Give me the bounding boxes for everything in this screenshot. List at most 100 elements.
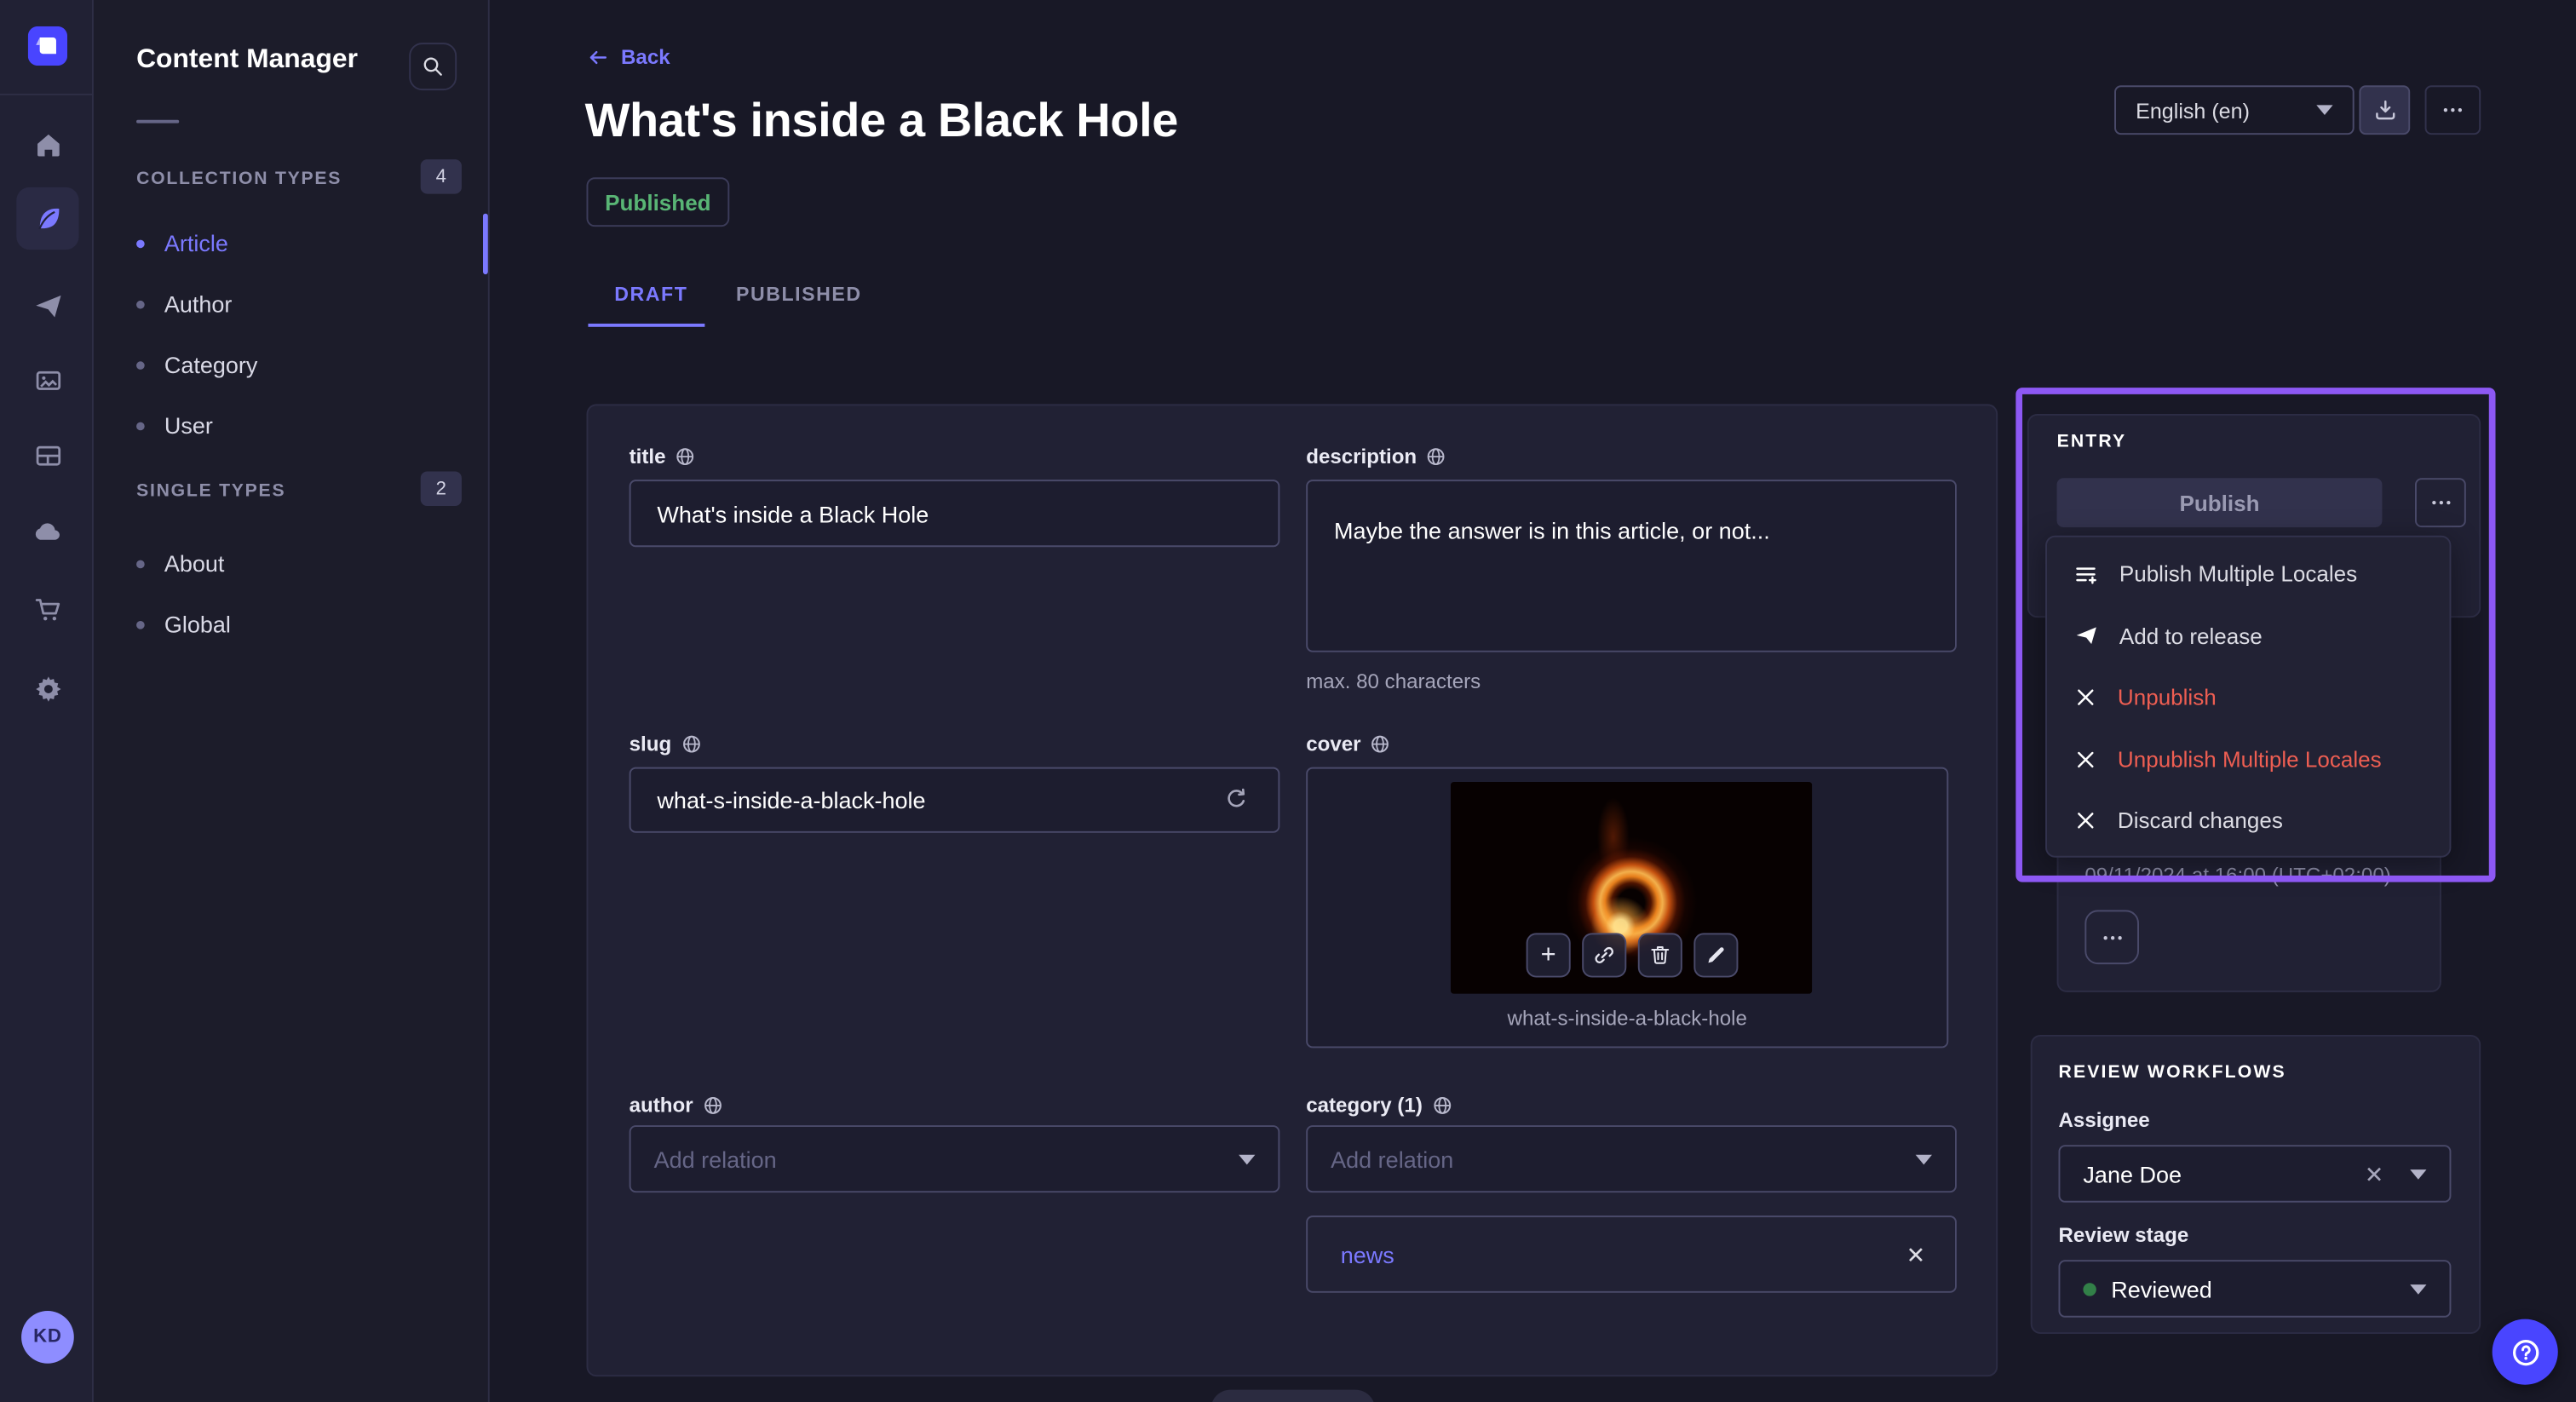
globe-icon <box>1371 734 1390 754</box>
bullet-icon <box>136 239 145 248</box>
menu-item-add-to-release[interactable]: Add to release <box>2047 606 2449 667</box>
cross-icon <box>2073 808 2098 833</box>
menu-item-label: Unpublish <box>2118 686 2217 710</box>
content-manager-icon[interactable] <box>16 187 78 250</box>
sidebar-item-category[interactable]: Category <box>136 343 465 386</box>
page-title: What's inside a Black Hole <box>585 95 1178 150</box>
content-type-builder-icon[interactable] <box>16 424 78 486</box>
cloud-icon[interactable] <box>16 501 78 563</box>
copy-link-button[interactable] <box>1582 933 1626 977</box>
label-text: category (1) <box>1306 1094 1423 1117</box>
description-hint: max. 80 characters <box>1306 670 1481 693</box>
single-types-count-badge: 2 <box>421 471 462 506</box>
menu-item-unpublish[interactable]: Unpublish <box>2047 667 2449 728</box>
marketplace-cart-icon[interactable] <box>16 578 78 641</box>
author-field-label: author <box>630 1094 723 1117</box>
review-stage-select[interactable]: Reviewed <box>2058 1260 2451 1317</box>
sidebar-item-user[interactable]: User <box>136 404 465 446</box>
stage-status-dot <box>2083 1282 2096 1295</box>
nav-divider <box>0 94 94 95</box>
sidebar-item-article[interactable]: Article <box>136 221 465 264</box>
category-placeholder: Add relation <box>1331 1146 1453 1172</box>
ellipsis-icon <box>2427 490 2453 516</box>
sidebar-item-about[interactable]: About <box>136 542 465 584</box>
media-library-icon[interactable] <box>16 348 78 411</box>
delete-media-button[interactable] <box>1638 933 1682 977</box>
menu-item-unpublish-multiple-locales[interactable]: Unpublish Multiple Locales <box>2047 728 2449 790</box>
chevron-down-icon <box>1239 1154 1255 1164</box>
regenerate-slug-icon[interactable] <box>1222 785 1251 813</box>
menu-item-discard-changes[interactable]: Discard changes <box>2047 790 2449 852</box>
sidebar-item-author[interactable]: Author <box>136 283 465 325</box>
entry-more-button[interactable] <box>2415 478 2466 527</box>
back-link[interactable]: Back <box>586 46 670 69</box>
review-stage-label: Review stage <box>2058 1224 2188 1247</box>
edit-media-button[interactable] <box>1693 933 1738 977</box>
home-icon[interactable] <box>16 113 78 175</box>
label-text: author <box>630 1094 693 1117</box>
question-mark-icon <box>2508 1335 2543 1370</box>
help-button[interactable] <box>2493 1319 2558 1385</box>
chevron-down-icon <box>2410 1284 2426 1294</box>
content-manager-sidebar <box>94 0 490 1402</box>
globe-icon <box>676 447 695 467</box>
publish-button[interactable]: Publish <box>2057 478 2383 527</box>
settings-gear-icon[interactable] <box>16 657 78 719</box>
bullet-icon <box>136 620 145 629</box>
stage-value: Reviewed <box>2111 1276 2410 1302</box>
ellipsis-icon <box>2440 97 2466 124</box>
assignee-select[interactable]: Jane Doe ✕ <box>2058 1145 2451 1203</box>
collection-types-count-badge: 4 <box>421 159 462 193</box>
label-text: description <box>1306 445 1417 468</box>
user-avatar[interactable]: KD <box>21 1311 74 1364</box>
description-textarea[interactable]: Maybe the answer is in this article, or … <box>1306 480 1957 652</box>
locale-value: English (en) <box>2136 98 2250 123</box>
tab-published[interactable]: PUBLISHED <box>736 283 862 306</box>
title-field-label: title <box>630 445 696 468</box>
list-plus-icon <box>2073 561 2100 588</box>
releases-icon[interactable] <box>16 274 78 336</box>
strapi-logo[interactable] <box>28 26 67 66</box>
title-input[interactable] <box>630 480 1280 547</box>
arrow-left-icon <box>586 46 609 69</box>
category-field-label: category (1) <box>1306 1094 1452 1117</box>
search-button[interactable] <box>409 43 457 90</box>
header-more-button[interactable] <box>2425 85 2481 135</box>
globe-icon <box>681 734 701 754</box>
release-more-button[interactable] <box>2084 910 2139 964</box>
cover-field-label: cover <box>1306 733 1390 756</box>
sidebar-scroll-indicator[interactable] <box>483 214 488 274</box>
clear-assignee-icon[interactable]: ✕ <box>2365 1162 2384 1185</box>
menu-item-label: Add to release <box>2119 623 2263 648</box>
remove-relation-icon[interactable]: ✕ <box>1906 1243 1926 1266</box>
sidebar-item-label: Author <box>164 290 233 317</box>
locale-select[interactable]: English (en) <box>2114 85 2355 135</box>
export-download-button[interactable] <box>2359 85 2410 135</box>
label-text: title <box>630 445 666 468</box>
single-types-heading: SINGLE TYPES <box>136 481 285 501</box>
author-relation-select[interactable]: Add relation <box>630 1125 1280 1192</box>
description-field-label: description <box>1306 445 1446 468</box>
link-icon <box>1592 943 1617 968</box>
sidebar-item-global[interactable]: Global <box>136 603 465 646</box>
add-media-button[interactable]: + <box>1527 933 1571 977</box>
globe-icon <box>1427 447 1446 467</box>
slug-field-label: slug <box>630 733 701 756</box>
entry-heading: ENTRY <box>2057 432 2127 451</box>
menu-item-label: Unpublish Multiple Locales <box>2118 747 2382 772</box>
tab-draft[interactable]: DRAFT <box>614 283 687 306</box>
category-relation-select[interactable]: Add relation <box>1306 1125 1957 1192</box>
menu-item-label: Discard changes <box>2118 808 2283 833</box>
globe-icon <box>1432 1095 1452 1115</box>
collection-types-heading: COLLECTION TYPES <box>136 170 342 189</box>
chevron-down-icon <box>2410 1169 2426 1179</box>
menu-item-publish-multiple-locales[interactable]: Publish Multiple Locales <box>2047 543 2449 605</box>
slug-input[interactable] <box>630 767 1280 833</box>
bullet-icon <box>136 422 145 430</box>
add-component-button-partial[interactable] <box>1210 1390 1375 1402</box>
relation-link-news[interactable]: news <box>1341 1241 1394 1267</box>
globe-icon <box>703 1095 722 1115</box>
plus-icon: + <box>1541 942 1556 968</box>
bullet-icon <box>136 560 145 568</box>
category-relation-item: news ✕ <box>1306 1215 1957 1293</box>
